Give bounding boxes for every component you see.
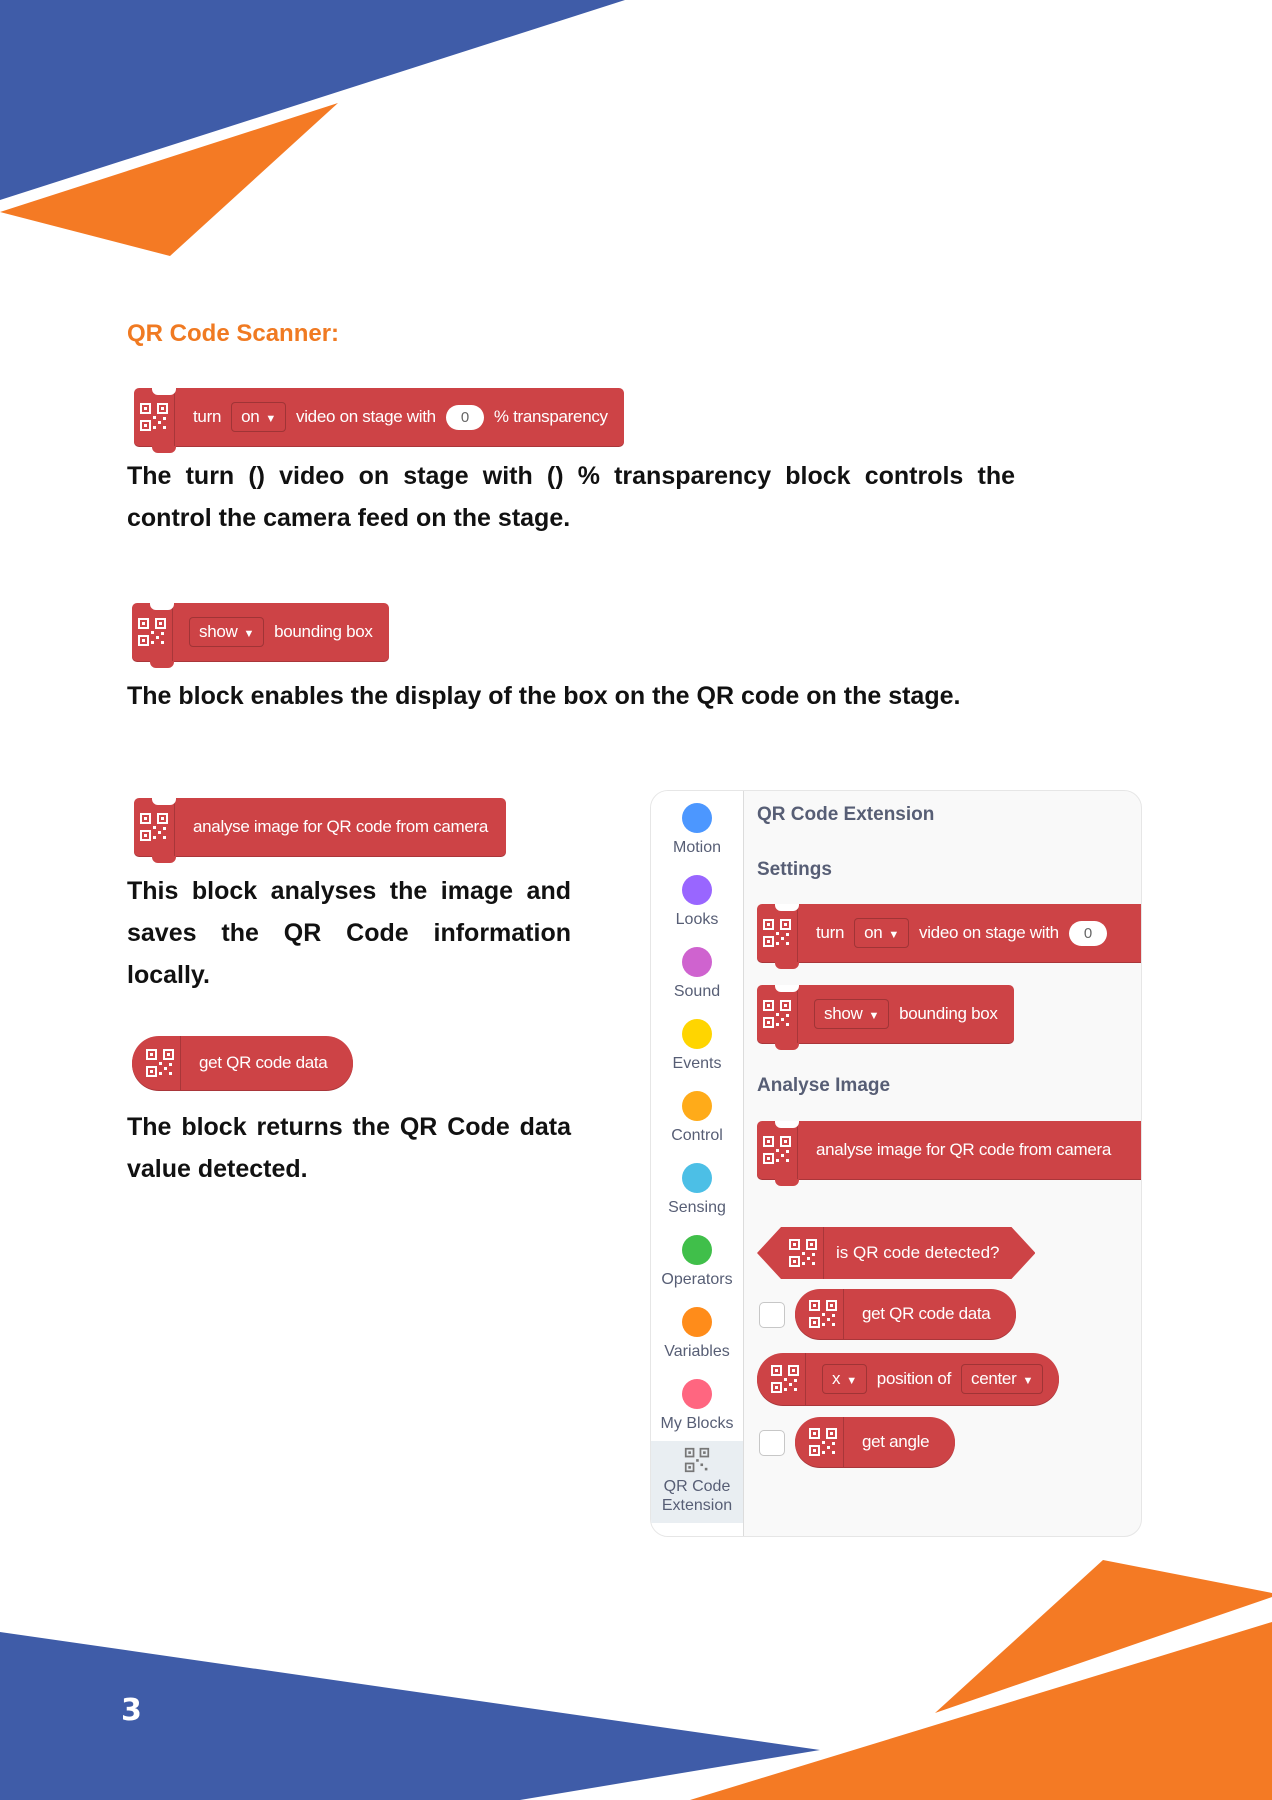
qr-code-icon [783,1227,824,1279]
block-text-get-data: get QR code data [199,1053,328,1072]
palette-title: QR Code Extension [757,804,935,825]
page-heading: QR Code Scanner: [127,320,340,347]
block-text-video: video on stage with [296,407,436,426]
category-label: Variables [664,1343,730,1360]
qr-code-icon [132,603,173,661]
turn-video-block[interactable]: turn on ▼ video on stage with 0 % transpa… [134,388,624,453]
events-dot-icon [682,1019,712,1049]
block-text-analyse: analyse image for QR code from camera [193,817,489,836]
category-label: Operators [661,1271,733,1288]
get-angle-block[interactable]: get angle [795,1417,956,1467]
qr-code-icon [803,1289,844,1339]
paragraph-turn-video: The turn () video on stage with () % tra… [127,462,1015,532]
caret-down-icon: ▼ [243,628,255,640]
block-text-turn: turn [816,923,845,942]
motion-dot-icon [682,803,712,833]
category-label: Control [671,1127,723,1144]
qr-code-icon [140,1036,181,1090]
block-text-video: video on stage with [919,923,1059,942]
qr-detected-block[interactable]: is QR code detected? [757,1227,1035,1279]
on-off-dropdown[interactable]: on ▼ [231,402,286,432]
sound-dot-icon [682,947,712,977]
transparency-input[interactable]: 0 [1068,920,1107,946]
block-text-bounding-box: bounding box [899,1004,998,1023]
block-text-get-data: get QR code data [862,1304,991,1323]
category-label: Motion [672,839,722,856]
block-text-turn: turn [193,407,222,426]
category-operators[interactable]: Operators [651,1235,743,1289]
paragraph-get-data: The block returns the QR Code data value… [127,1113,571,1183]
dropdown-value: show [824,1004,863,1023]
looks-dot-icon [682,875,712,905]
transparency-input[interactable]: 0 [445,404,484,430]
block-text-position-of: position of [876,1369,952,1388]
dropdown-value: center [971,1369,1017,1388]
section-settings: Settings [757,859,832,880]
category-sensing[interactable]: Sensing [651,1163,743,1217]
axis-dropdown[interactable]: x ▼ [822,1364,867,1394]
analyse-image-block[interactable]: analyse image for QR code from camera [134,798,507,863]
block-text-get-angle: get angle [862,1432,930,1451]
paragraph-bounding-box: The block enables the display of the box… [127,682,961,710]
caret-down-icon: ▼ [868,1010,880,1022]
operators-dot-icon [682,1235,712,1265]
my-blocks-dot-icon [682,1379,712,1409]
block-text-transparency: % transparency [493,407,608,426]
palette-get-qr-data-block[interactable]: get QR code data [795,1289,1017,1339]
block-text-analyse: analyse image for QR code from camera [816,1140,1112,1159]
dropdown-value: on [864,923,883,942]
category-label: QR Code Extension [661,1478,733,1514]
qr-code-icon [803,1417,844,1467]
dropdown-value: show [199,622,238,641]
dropdown-value: x [832,1369,841,1388]
category-looks[interactable]: Looks [651,875,743,929]
palette-analyse-image-block[interactable]: analyse image for QR code from camera [757,1121,1141,1186]
category-label: Sensing [668,1199,726,1216]
position-of-block[interactable]: x ▼ position of center ▼ [757,1353,1060,1405]
qr-code-icon [757,985,798,1043]
qr-code-icon [684,1447,710,1473]
get-qr-data-checkbox[interactable] [759,1302,785,1328]
qr-code-icon [134,798,175,856]
category-motion[interactable]: Motion [651,803,743,857]
category-menu: Motion Looks Sound Events Control Sensin… [651,791,744,1536]
show-bounding-box-block[interactable]: show ▼ bounding box [132,603,389,668]
qr-code-icon [134,388,175,446]
category-label: Events [672,1055,722,1072]
category-label: My Blocks [660,1415,734,1432]
category-qr-code-extension[interactable]: QR Code Extension [651,1441,743,1523]
caret-down-icon: ▼ [888,929,899,941]
category-sound[interactable]: Sound [651,947,743,1001]
block-text-detected: is QR code detected? [836,1243,1000,1262]
show-hide-dropdown[interactable]: show ▼ [189,617,265,647]
caret-down-icon: ▼ [1022,1375,1034,1387]
category-variables[interactable]: Variables [651,1307,743,1361]
caret-down-icon: ▼ [846,1375,857,1387]
category-events[interactable]: Events [651,1019,743,1073]
block-palette: Motion Looks Sound Events Control Sensin… [650,790,1142,1537]
dropdown-value: on [241,407,260,426]
category-control[interactable]: Control [651,1091,743,1145]
category-label: Sound [673,983,721,1000]
sensing-dot-icon [682,1163,712,1193]
page-number: 3 [121,1693,142,1728]
category-my-blocks[interactable]: My Blocks [651,1379,743,1433]
qr-code-icon [765,1353,806,1405]
paragraph-analyse: This block analyses the image and saves … [127,877,571,989]
category-label: Looks [675,911,719,928]
section-analyse-image: Analyse Image [757,1075,891,1096]
palette-turn-video-block[interactable]: turn on ▼ video on stage with 0 [757,904,1141,969]
on-off-dropdown[interactable]: on ▼ [854,918,909,948]
point-dropdown[interactable]: center ▼ [961,1364,1044,1394]
get-qr-data-block[interactable]: get QR code data [132,1036,354,1090]
qr-code-icon [757,904,798,962]
variables-dot-icon [682,1307,712,1337]
show-hide-dropdown[interactable]: show ▼ [814,999,890,1029]
block-text-bounding-box: bounding box [274,622,373,641]
caret-down-icon: ▼ [265,413,276,425]
palette-show-bounding-box-block[interactable]: show ▼ bounding box [757,985,1014,1050]
control-dot-icon [682,1091,712,1121]
get-angle-checkbox[interactable] [759,1430,785,1456]
qr-code-icon [757,1121,798,1179]
